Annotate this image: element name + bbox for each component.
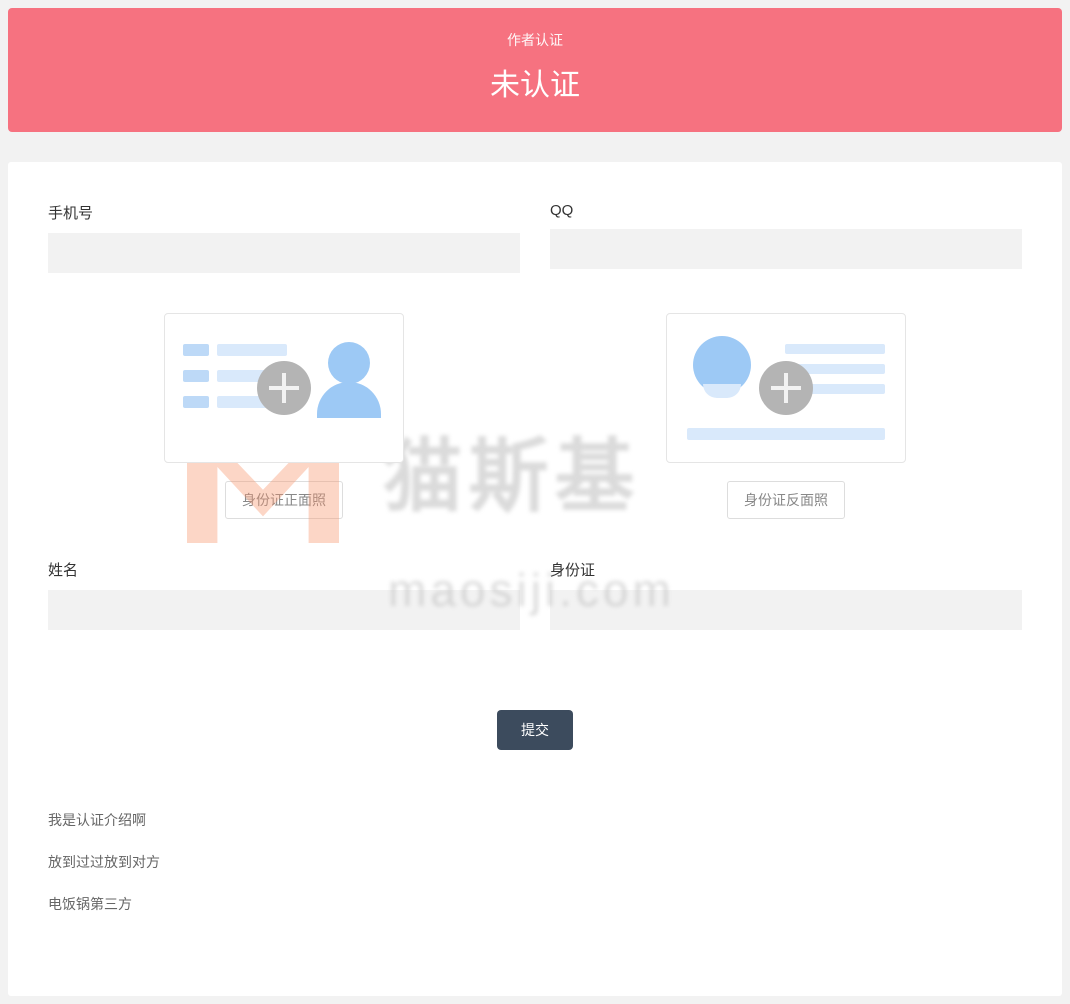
id-back-bottomline-icon	[687, 428, 885, 440]
idnum-input[interactable]	[550, 590, 1022, 630]
phone-field: 手机号	[48, 202, 520, 273]
id-back-emblem-icon	[693, 336, 751, 394]
plus-icon	[257, 361, 311, 415]
id-front-button[interactable]: 身份证正面照	[225, 481, 343, 519]
note-line: 放到过过放到对方	[48, 852, 1022, 872]
header-title: 未认证	[8, 60, 1062, 104]
plus-icon	[759, 361, 813, 415]
id-front-avatar-icon	[317, 342, 381, 418]
note-line: 我是认证介绍啊	[48, 810, 1022, 830]
name-input[interactable]	[48, 590, 520, 630]
qq-field: QQ	[550, 202, 1022, 273]
phone-input[interactable]	[48, 233, 520, 273]
id-back-upload: 身份证反面照	[550, 313, 1022, 519]
id-back-button[interactable]: 身份证反面照	[727, 481, 845, 519]
notes-section: 我是认证介绍啊 放到过过放到对方 电饭锅第三方	[48, 810, 1022, 914]
idnum-field: 身份证	[550, 559, 1022, 630]
submit-button[interactable]: 提交	[497, 710, 573, 750]
qq-label: QQ	[550, 202, 1022, 219]
idnum-label: 身份证	[550, 559, 1022, 580]
name-label: 姓名	[48, 559, 520, 580]
name-field: 姓名	[48, 559, 520, 630]
phone-label: 手机号	[48, 202, 520, 223]
id-front-upload: 身份证正面照	[48, 313, 520, 519]
qq-input[interactable]	[550, 229, 1022, 269]
id-back-preview[interactable]	[666, 313, 906, 463]
id-front-preview[interactable]	[164, 313, 404, 463]
header-subtitle: 作者认证	[8, 30, 1062, 50]
auth-header: 作者认证 未认证	[8, 8, 1062, 132]
note-line: 电饭锅第三方	[48, 894, 1022, 914]
form-panel: 猫斯基 maosiji.com 手机号 QQ	[8, 162, 1062, 996]
